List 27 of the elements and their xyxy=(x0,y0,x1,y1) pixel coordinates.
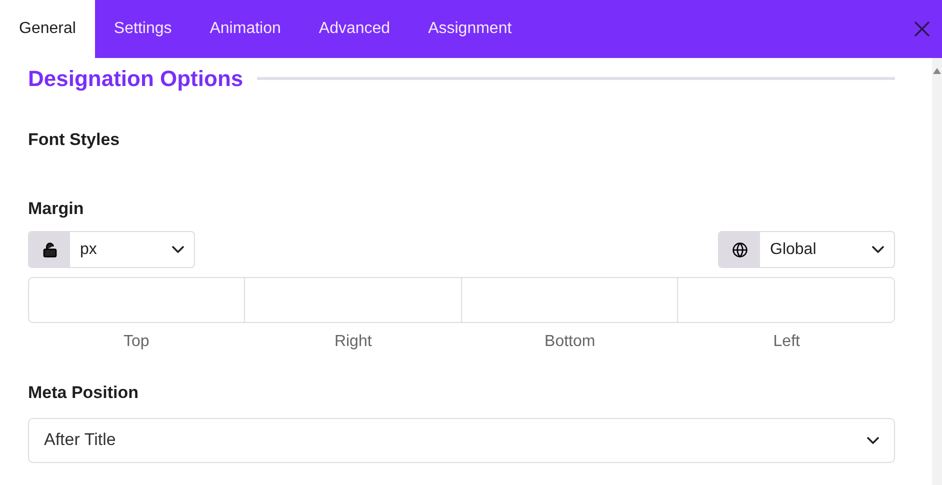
unit-select[interactable]: px xyxy=(28,231,195,268)
unlock-icon xyxy=(42,242,58,258)
tab[interactable]: Settings xyxy=(94,0,191,58)
side-label: Bottom xyxy=(544,332,596,352)
globe-icon xyxy=(732,242,748,258)
scrollbar[interactable] xyxy=(932,58,942,485)
lock-toggle[interactable] xyxy=(29,232,70,267)
tab[interactable]: Assignment xyxy=(409,0,531,58)
chevron-icon xyxy=(867,436,879,444)
chevron-icon xyxy=(172,246,184,253)
field-label: Margin xyxy=(28,198,85,220)
meta-position-select[interactable]: After Title xyxy=(28,418,895,462)
chevron-icon xyxy=(872,246,884,253)
tab[interactable]: General xyxy=(0,0,95,58)
unit-value: px xyxy=(80,240,97,260)
field-label: Font Styles xyxy=(28,129,121,151)
side-label: Left xyxy=(772,332,801,352)
tab[interactable]: Advanced xyxy=(300,0,410,58)
tab[interactable]: Animation xyxy=(190,0,300,58)
section-title: Designation Options xyxy=(28,65,244,93)
side-label: Right xyxy=(333,332,373,352)
scroll-up-icon xyxy=(933,68,941,74)
scope-value: Global xyxy=(770,240,816,260)
field-label: Meta Position xyxy=(28,382,140,404)
select-value: After Title xyxy=(44,429,116,452)
scope-select[interactable]: Global xyxy=(718,231,895,268)
side-label: Top xyxy=(122,332,150,352)
